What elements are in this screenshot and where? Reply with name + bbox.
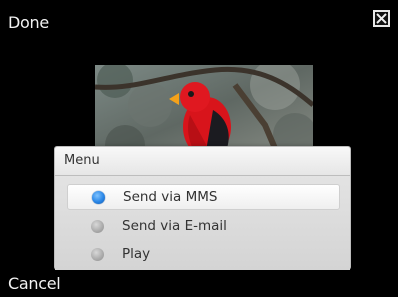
radio-selected-icon bbox=[92, 190, 105, 204]
menu-title: Menu bbox=[55, 147, 350, 176]
menu-item-label: Send via E-mail bbox=[122, 218, 227, 234]
done-softkey[interactable]: Done bbox=[8, 13, 49, 32]
close-icon bbox=[376, 13, 387, 24]
radio-unselected-icon bbox=[91, 247, 104, 261]
menu-item-label: Send via MMS bbox=[123, 189, 218, 205]
menu-item-play[interactable]: Play bbox=[67, 241, 340, 267]
close-button[interactable] bbox=[373, 10, 390, 27]
menu-item-send-via-mms[interactable]: Send via MMS bbox=[67, 184, 340, 210]
cancel-softkey[interactable]: Cancel bbox=[8, 274, 61, 293]
menu-item-label: Play bbox=[122, 246, 151, 262]
menu-item-send-via-email[interactable]: Send via E-mail bbox=[67, 213, 340, 239]
context-menu: Menu Send via MMS Send via E-mail Play bbox=[54, 146, 351, 270]
screen: Done Menu Send via MMS Send via E-mail P… bbox=[0, 0, 398, 297]
radio-unselected-icon bbox=[91, 219, 104, 233]
menu-items: Send via MMS Send via E-mail Play bbox=[55, 176, 350, 270]
